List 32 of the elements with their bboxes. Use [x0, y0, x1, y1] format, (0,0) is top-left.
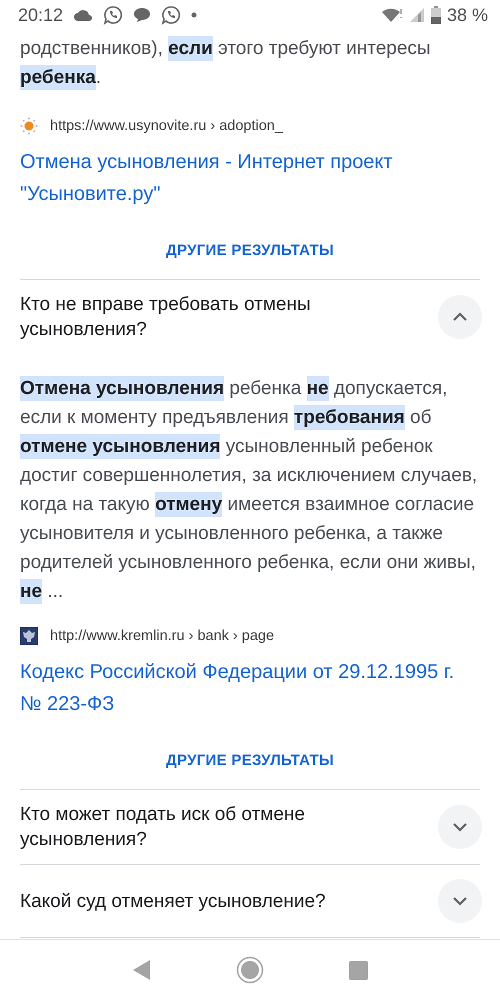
expand-toggle-button[interactable] — [438, 805, 482, 849]
battery-percent: 38 % — [446, 4, 488, 26]
chat-icon — [133, 7, 152, 23]
emblem-icon — [20, 627, 38, 645]
question-text: Кто не вправе требовать отмены усыновления? — [20, 293, 312, 342]
result-url: https://www.usynovite.ru › adoption_ — [50, 118, 283, 134]
wifi-icon — [380, 7, 403, 23]
answer-snippet: Отмена усыновления ребенка не допускается, если к моменту предъявления требования об отмене усыновления усыновленный ребенок достиг совершеннолетия, за исключением случаев, когда на такую отмену имеется взаимное согласие усыновителя и усыновленного ребенка, а также родителей усыновленного ребенка, если они живы, не ... — [20, 375, 478, 606]
recents-icon[interactable] — [348, 960, 368, 980]
result-title-link[interactable]: Отмена усыновления - Интернет проект "Усыновите.ру" — [20, 146, 480, 210]
phone-bubble-icon — [161, 5, 182, 25]
result-url: http://www.kremlin.ru › bank › page — [50, 628, 274, 644]
more-results-button[interactable]: ДРУГИЕ РЕЗУЛЬТАТЫ — [156, 236, 344, 265]
cloud-icon — [73, 8, 94, 22]
battery-icon — [430, 6, 441, 24]
dot-icon — [191, 12, 198, 18]
signal-icon — [408, 7, 425, 23]
chevron-icon — [452, 822, 468, 832]
question-text: Какой суд отменяет усыновление? — [20, 890, 327, 914]
expand-toggle-button[interactable] — [438, 879, 482, 923]
expand-toggle-button[interactable] — [438, 295, 482, 339]
clock-time: 20:12 — [18, 4, 64, 26]
answer-snippet: родственников), если этого требуют интересы ребенка. — [20, 35, 432, 92]
question-text: Кто может подать иск об отмене усыновления? — [20, 803, 306, 852]
chevron-icon — [452, 896, 468, 906]
home-icon[interactable] — [236, 956, 264, 984]
phone-bubble-icon — [103, 5, 124, 25]
back-icon[interactable] — [132, 960, 150, 980]
sun-icon — [20, 117, 38, 135]
more-results-button[interactable]: ДРУГИЕ РЕЗУЛЬТАТЫ — [156, 746, 344, 775]
chevron-icon — [452, 312, 468, 322]
result-title-link[interactable]: Кодекс Российской Федерации от 29.12.1995 г. № 223-ФЗ — [20, 656, 480, 720]
